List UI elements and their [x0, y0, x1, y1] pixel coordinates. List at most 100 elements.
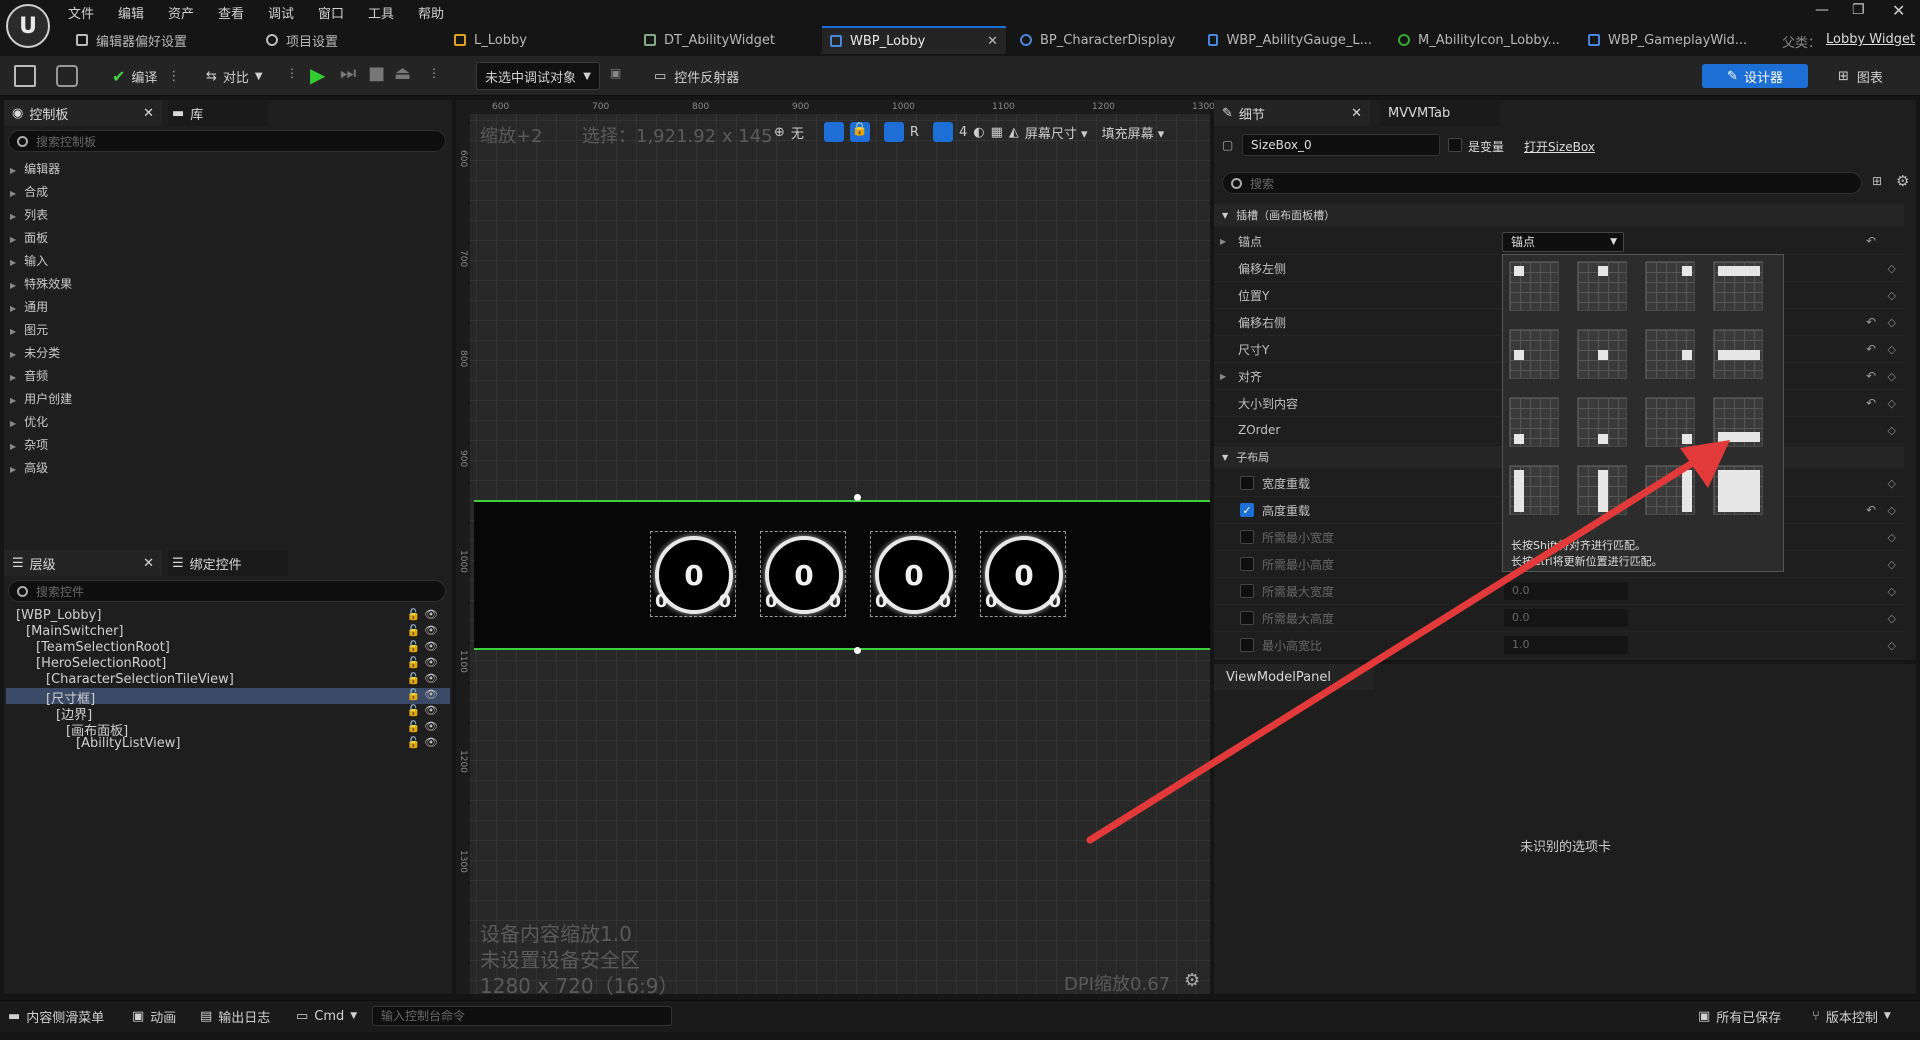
designer-button[interactable]: ✎ 设计器: [1702, 64, 1808, 88]
keyframe-diamond-icon[interactable]: ◇: [1888, 477, 1896, 490]
override-checkbox[interactable]: [1240, 530, 1254, 544]
resize-handle-top[interactable]: [854, 494, 861, 501]
more-icon[interactable]: ⋮: [167, 69, 180, 84]
hierarchy-item[interactable]: [MainSwitcher] 🔓 👁: [6, 624, 450, 640]
minimize-icon[interactable]: —: [1815, 2, 1829, 18]
lock-icon[interactable]: 🔒: [849, 122, 870, 142]
keyframe-diamond-icon[interactable]: ◇: [1888, 504, 1896, 517]
tab-wbp-abilitygauge[interactable]: WBP_AbilityGauge_L...: [1200, 26, 1380, 54]
image-icon[interactable]: ▦: [991, 125, 1003, 140]
more-icon[interactable]: ⋮: [428, 66, 440, 80]
tab-m-abilityicon[interactable]: M_AbilityIcon_Lobby...: [1390, 26, 1570, 54]
tab-viewmodel-panel[interactable]: ViewModelPanel: [1214, 664, 1374, 690]
close-tab-icon[interactable]: ✕: [1351, 106, 1362, 121]
anchor-preset-cell[interactable]: [1645, 465, 1695, 515]
palette-category[interactable]: 合成: [10, 183, 48, 200]
tab-library[interactable]: ▬ 库: [168, 100, 268, 126]
ability-gauge[interactable]: 000: [870, 531, 956, 617]
keyframe-diamond-icon[interactable]: ◇: [1888, 585, 1896, 598]
globe-icon[interactable]: ⊕: [774, 125, 785, 140]
ability-gauge[interactable]: 000: [980, 531, 1066, 617]
anchor-preset-cell[interactable]: [1577, 329, 1627, 379]
visibility-eye-icon[interactable]: 🔓 👁: [407, 736, 438, 749]
settings-gear-icon[interactable]: ⚙: [1896, 172, 1909, 190]
hierarchy-item[interactable]: [AbilityListView] 🔓 👁: [6, 736, 450, 752]
value-input[interactable]: 0.0: [1504, 582, 1628, 600]
hierarchy-search-input[interactable]: 搜索控件: [8, 580, 446, 602]
keyframe-diamond-icon[interactable]: ◇: [1888, 612, 1896, 625]
ability-gauge[interactable]: 000: [760, 531, 846, 617]
override-checkbox[interactable]: [1240, 584, 1254, 598]
hierarchy-item[interactable]: [边界] 🔓 👁: [6, 704, 450, 723]
anchor-dropdown[interactable]: 锚点 ▼: [1502, 232, 1624, 252]
dpi-settings-gear-icon[interactable]: ⚙: [1184, 970, 1200, 991]
visibility-eye-icon[interactable]: 🔓 👁: [407, 608, 438, 621]
anchor-preset-cell[interactable]: [1509, 329, 1559, 379]
palette-category[interactable]: 通用: [10, 298, 48, 315]
menu-window[interactable]: 窗口: [318, 3, 344, 22]
menu-assets[interactable]: 资产: [168, 3, 194, 22]
section-slot-header[interactable]: ▼ 插槽（画布面板槽）: [1214, 204, 1904, 226]
palette-category[interactable]: 面板: [10, 229, 48, 246]
debug-browse-icon[interactable]: ▣: [610, 66, 621, 80]
menu-view[interactable]: 查看: [218, 3, 244, 22]
hierarchy-item[interactable]: [CharacterSelectionTileView] 🔓 👁: [6, 672, 450, 688]
tab-bind-widgets[interactable]: ☰ 绑定控件: [168, 550, 288, 576]
reset-arrow-icon[interactable]: ↶: [1866, 234, 1876, 248]
open-sizebox-link[interactable]: 打开SizeBox: [1524, 138, 1595, 155]
resize-handle-bottom[interactable]: [854, 647, 861, 654]
anchor-preset-cell[interactable]: [1713, 465, 1763, 515]
transform-icon[interactable]: ◐: [973, 125, 984, 140]
visibility-eye-icon[interactable]: 🔓 👁: [407, 704, 438, 717]
tab-project-settings[interactable]: 项目设置: [258, 26, 438, 54]
grid-snap-icon[interactable]: [932, 122, 953, 142]
is-variable-checkbox[interactable]: [1448, 138, 1462, 152]
anchor-preset-cell[interactable]: [1509, 261, 1559, 311]
anchor-preset-cell[interactable]: [1713, 397, 1763, 447]
keyframe-diamond-icon[interactable]: ◇: [1888, 316, 1896, 329]
menu-help[interactable]: 帮助: [418, 3, 444, 22]
details-search-input[interactable]: 搜索: [1222, 172, 1862, 194]
palette-category[interactable]: 杂项: [10, 436, 48, 453]
hierarchy-item[interactable]: [WBP_Lobby] 🔓 👁: [6, 608, 450, 624]
keyframe-diamond-icon[interactable]: ◇: [1888, 262, 1896, 275]
table-view-icon[interactable]: ⊞: [1872, 174, 1882, 188]
animation-button[interactable]: ▣ 动画: [132, 1006, 176, 1026]
expand-icon[interactable]: ▶: [1220, 372, 1234, 381]
reset-arrow-icon[interactable]: ↶: [1866, 342, 1876, 356]
hierarchy-item[interactable]: [HeroSelectionRoot] 🔓 👁: [6, 656, 450, 672]
override-checkbox[interactable]: [1240, 476, 1254, 490]
close-window-icon[interactable]: ✕: [1892, 1, 1905, 20]
keyframe-diamond-icon[interactable]: ◇: [1888, 397, 1896, 410]
expand-icon[interactable]: ▶: [1220, 237, 1234, 246]
tab-hierarchy[interactable]: ☰ 层级 ✕: [4, 550, 162, 576]
tab-editor-prefs[interactable]: 编辑器偏好设置: [68, 26, 248, 54]
anchor-preset-cell[interactable]: [1713, 329, 1763, 379]
layout-toggle[interactable]: [883, 122, 904, 142]
anchor-preset-cell[interactable]: [1509, 397, 1559, 447]
keyframe-diamond-icon[interactable]: ◇: [1888, 639, 1896, 652]
console-command-input[interactable]: 输入控制台命令: [372, 1006, 672, 1026]
tab-mvvm[interactable]: MVVMTab: [1380, 100, 1500, 126]
keyframe-diamond-icon[interactable]: ◇: [1888, 343, 1896, 356]
keyframe-diamond-icon[interactable]: ◇: [1888, 370, 1896, 383]
widget-name-input[interactable]: SizeBox_0: [1242, 134, 1440, 156]
keyframe-diamond-icon[interactable]: ◇: [1888, 558, 1896, 571]
eject-icon[interactable]: ⏏: [394, 63, 411, 84]
override-checkbox[interactable]: [1240, 557, 1254, 571]
step-icon[interactable]: ⏭: [340, 63, 356, 84]
palette-category[interactable]: 特殊效果: [10, 275, 72, 292]
localization-none[interactable]: 无: [791, 123, 804, 142]
graph-button[interactable]: ⊞ 图表: [1838, 62, 1883, 90]
debug-target-select[interactable]: 未选中调试对象 ▼: [476, 62, 600, 90]
reset-arrow-icon[interactable]: ↶: [1866, 369, 1876, 383]
anchor-preset-cell[interactable]: [1645, 329, 1695, 379]
anchor-preset-cell[interactable]: [1577, 397, 1627, 447]
output-log-button[interactable]: ▤ 输出日志: [200, 1006, 270, 1026]
override-checkbox[interactable]: [1240, 611, 1254, 625]
save-icon[interactable]: [14, 62, 36, 90]
save-all-status[interactable]: ▣ 所有已保存: [1698, 1006, 1781, 1026]
value-input[interactable]: 1.0: [1504, 636, 1628, 654]
restore-icon[interactable]: ❐: [1852, 2, 1865, 18]
hierarchy-item[interactable]: [尺寸框] 🔓 👁: [6, 688, 450, 707]
